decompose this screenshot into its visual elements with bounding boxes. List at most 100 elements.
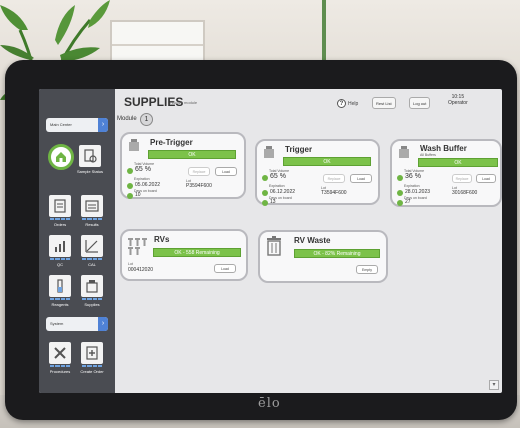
status-badge: OK <box>418 158 498 167</box>
replace-button[interactable]: Replace <box>323 174 345 183</box>
create-order-indicator <box>82 365 102 367</box>
nav-orders[interactable] <box>49 195 71 217</box>
bottle-icon <box>399 146 409 158</box>
nav-label-create-order: Create Order <box>80 369 104 374</box>
cuvette-icon <box>128 238 147 255</box>
help-icon: ? <box>337 99 346 108</box>
cal-indicator <box>82 258 102 260</box>
status-badge: OK - 82% Remaining <box>294 249 380 258</box>
ok-indicator <box>397 190 403 196</box>
level-value: 65 % <box>135 166 151 173</box>
help-button[interactable]: ? Help <box>337 99 358 108</box>
monitor-bezel: ēlo Main Center › Sample Status Orders R… <box>5 60 517 420</box>
bottle-icon <box>129 139 139 151</box>
ok-indicator <box>127 183 133 189</box>
nav-label-results: Results <box>85 222 99 227</box>
system-select[interactable]: System › <box>46 317 108 331</box>
qc-icon <box>55 241 65 252</box>
supplies-icon <box>86 280 98 293</box>
ok-indicator <box>262 190 268 196</box>
main-center-select-value: Main Center <box>50 122 72 127</box>
card-rvs: RVs OK - 558 Remaining Lot 000412020 Loa… <box>120 229 248 281</box>
card-rv-waste: RV Waste OK - 82% Remaining Empty <box>258 230 388 283</box>
lot-value: 000412020 <box>128 267 154 273</box>
nav-results[interactable] <box>81 195 103 217</box>
nav-label-reagents: Reagents <box>51 302 69 307</box>
orders-icon <box>54 199 66 213</box>
ok-indicator <box>127 168 133 174</box>
chevron-right-icon: › <box>98 118 108 132</box>
count-value: 10 <box>135 192 141 198</box>
ok-indicator <box>262 200 268 206</box>
nav-reagents[interactable] <box>49 275 71 297</box>
expiry-value: 05.06.2022 <box>135 182 161 188</box>
lot-value: 30168F600 <box>452 190 478 196</box>
lot-value: P3594F600 <box>186 183 212 189</box>
chevron-right-icon: › <box>98 317 108 331</box>
load-button[interactable]: Load <box>214 264 236 273</box>
nav-create-order[interactable] <box>81 342 103 364</box>
ok-indicator <box>397 175 403 181</box>
logout-button[interactable]: Log out <box>409 97 431 109</box>
scroll-down-icon[interactable]: ▾ <box>489 380 499 390</box>
results-icon <box>85 200 99 212</box>
level-value: 36 % <box>405 173 421 180</box>
main-content: SUPPLIES / Active module Module 1 ? Help… <box>115 89 502 393</box>
count-value: 27 <box>405 199 411 205</box>
results-indicator <box>82 218 102 220</box>
help-label: Help <box>348 100 359 107</box>
card-title: RV Waste <box>294 236 331 245</box>
card-wash-buffer: Wash Buffer All Buffers OK Total Volume … <box>390 139 502 207</box>
module-number-button[interactable]: 1 <box>140 113 153 126</box>
load-button[interactable]: Load <box>476 174 496 183</box>
card-title: Trigger <box>285 145 313 154</box>
nav-label-procedures: Procedures <box>49 369 71 374</box>
reagents-indicator <box>50 298 70 300</box>
qc-indicator <box>50 258 70 260</box>
status-badge: OK - 558 Remaining <box>153 248 241 257</box>
supplies-indicator <box>82 298 102 300</box>
ok-indicator <box>262 175 268 181</box>
replace-button[interactable]: Replace <box>452 174 472 183</box>
system-select-value: System <box>50 321 64 326</box>
nav-label-supplies: Supplies <box>84 302 100 307</box>
home-button[interactable] <box>48 144 74 170</box>
card-title: RVs <box>154 235 170 244</box>
status-badge: OK <box>283 157 371 166</box>
nav-label-cal: CAL <box>88 262 96 267</box>
sidebar: Main Center › Sample Status Orders Resul… <box>39 89 115 393</box>
expiry-value: 06.12.2022 <box>270 189 296 195</box>
main-center-select[interactable]: Main Center › <box>46 118 108 132</box>
monitor-brand-logo: ēlo <box>258 396 281 411</box>
calibration-icon <box>85 240 98 253</box>
nav-label-sample-status: Sample Status <box>76 169 103 174</box>
nav-label-orders: Orders <box>53 222 67 227</box>
nav-procedures[interactable] <box>49 342 71 364</box>
rest-list-button[interactable]: Rest List <box>372 97 396 109</box>
card-subtitle: All Buffers <box>420 153 436 157</box>
level-value: 65 % <box>270 173 286 180</box>
home-icon <box>56 152 66 162</box>
empty-button[interactable]: Empty <box>356 265 378 274</box>
sample-status-icon <box>84 149 97 163</box>
card-title: Pre-Trigger <box>150 138 193 147</box>
ok-indicator <box>127 193 133 199</box>
replace-button[interactable]: Replace <box>188 167 210 176</box>
nav-cal[interactable] <box>81 235 103 257</box>
touch-screen: Main Center › Sample Status Orders Resul… <box>39 89 502 393</box>
nav-label-qc: QC <box>57 262 63 267</box>
clock: 10:15 Operator <box>448 94 468 106</box>
nav-supplies[interactable] <box>81 275 103 297</box>
trash-icon <box>267 236 281 256</box>
nav-qc[interactable] <box>49 235 71 257</box>
nav-sample-status[interactable] <box>79 145 101 167</box>
lot-value: T3594F600 <box>321 190 347 196</box>
expiry-label: Expiration <box>134 177 150 181</box>
count-value: 13 <box>270 199 276 205</box>
load-button[interactable]: Load <box>350 174 372 183</box>
clock-user: Operator <box>448 100 468 106</box>
load-button[interactable]: Load <box>215 167 237 176</box>
expiry-label: Expiration <box>404 184 420 188</box>
lot-label: Lot <box>128 262 133 266</box>
status-badge: OK <box>148 150 236 159</box>
